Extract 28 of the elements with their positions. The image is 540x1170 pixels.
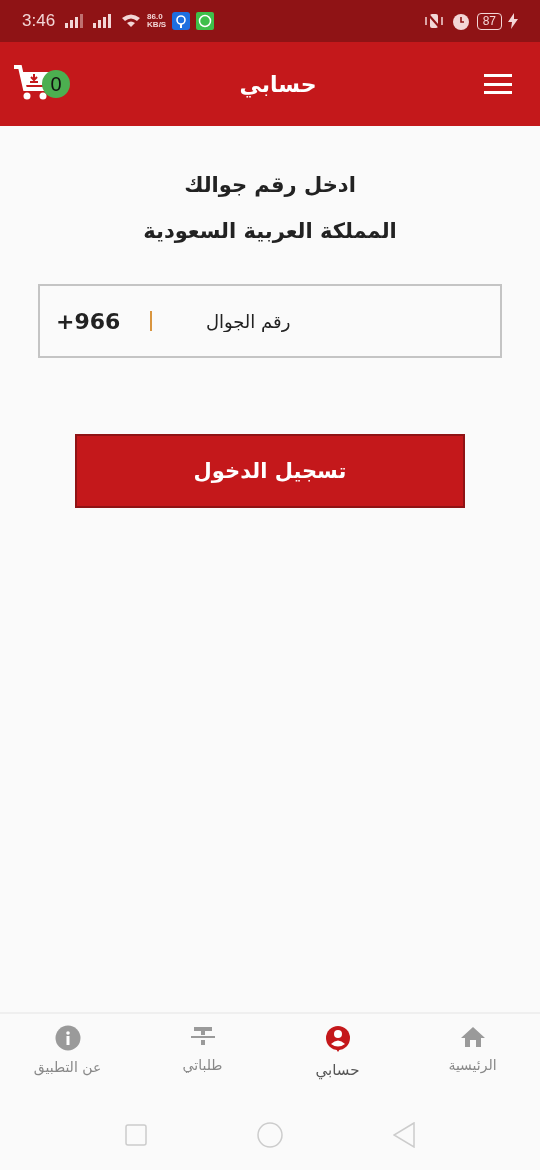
cart-count-badge: 0 (42, 70, 70, 98)
battery-level: 87 (476, 12, 502, 30)
info-icon (54, 1025, 81, 1051)
country-code: +966 (56, 308, 121, 334)
speed-unit: KB/S (147, 21, 167, 29)
nav-tab[interactable]: عن التطبيق (0, 1024, 135, 1100)
status-time: 3:46 (22, 11, 56, 31)
home-circle-icon[interactable] (257, 1122, 283, 1148)
app-notification-icon (172, 12, 191, 30)
chat-app-icon (196, 12, 215, 30)
alarm-icon (450, 11, 471, 31)
charging-icon (508, 13, 518, 29)
country-name: المملكة العربية السعودية (143, 218, 397, 245)
nav-tab[interactable]: طلباتي (135, 1024, 270, 1100)
recent-apps-icon[interactable] (125, 1124, 147, 1146)
wifi-icon (121, 13, 142, 29)
speed-value: 86.0 (147, 13, 164, 21)
phone-number-input[interactable]: رقم الجوال (182, 309, 293, 333)
account-icon (324, 1025, 351, 1053)
login-heading: ادخل رقم جوالك (184, 172, 356, 199)
home-icon (459, 1025, 486, 1049)
nav-tab[interactable]: الرئيسية (405, 1024, 540, 1100)
vibrate-off-icon (422, 12, 445, 30)
nav-tab[interactable]: حسابي (270, 1024, 405, 1100)
menu-button[interactable] (484, 74, 512, 94)
page-title: حسابي (239, 71, 317, 97)
back-icon[interactable] (393, 1122, 415, 1148)
login-button[interactable]: تسجيل الدخول (75, 434, 465, 508)
